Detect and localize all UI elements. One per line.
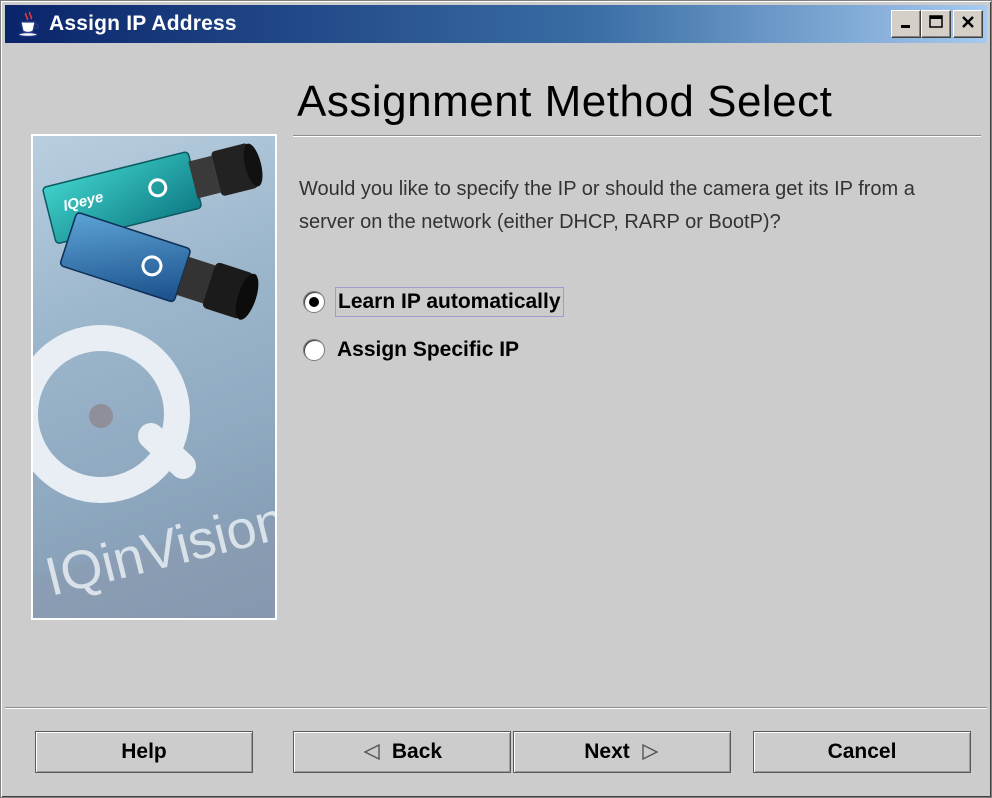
close-button[interactable]	[953, 10, 983, 38]
heading-divider	[293, 135, 981, 137]
close-icon	[960, 14, 976, 35]
page-heading: Assignment Method Select	[297, 77, 833, 126]
maximize-button[interactable]	[921, 10, 951, 38]
title-buttons	[891, 10, 983, 38]
footer-divider	[5, 707, 987, 709]
back-button[interactable]: Back	[293, 731, 511, 773]
wizard-window: Assign IP Address Assignment Method Sele…	[0, 0, 992, 798]
minimize-button[interactable]	[891, 10, 921, 38]
next-button[interactable]: Next	[513, 731, 731, 773]
title-bar[interactable]: Assign IP Address	[5, 5, 987, 43]
camera-product-image: IQeye IQinVision	[31, 134, 277, 620]
back-button-label: Back	[391, 740, 443, 763]
java-cup-icon[interactable]	[15, 10, 43, 38]
triangle-left-icon	[362, 743, 382, 761]
triangle-right-icon	[640, 743, 660, 761]
cancel-button-label: Cancel	[827, 740, 897, 763]
option-learn-ip-automatically[interactable]: Learn IP automatically	[303, 287, 564, 317]
option-assign-specific-ip[interactable]: Assign Specific IP	[303, 336, 521, 364]
option-label[interactable]: Assign Specific IP	[335, 336, 521, 364]
maximize-icon	[928, 14, 944, 35]
question-text: Would you like to specify the IP or shou…	[299, 178, 915, 233]
help-button-label: Help	[121, 740, 167, 763]
window-title: Assign IP Address	[49, 12, 237, 35]
minimize-icon	[899, 15, 913, 34]
option-label[interactable]: Learn IP automatically	[335, 287, 564, 317]
radio-button[interactable]	[303, 339, 325, 361]
radio-button-selected[interactable]	[303, 291, 325, 313]
help-button[interactable]: Help	[35, 731, 253, 773]
cancel-button[interactable]: Cancel	[753, 731, 971, 773]
radio-dot	[309, 297, 319, 307]
next-button-label: Next	[584, 740, 630, 763]
